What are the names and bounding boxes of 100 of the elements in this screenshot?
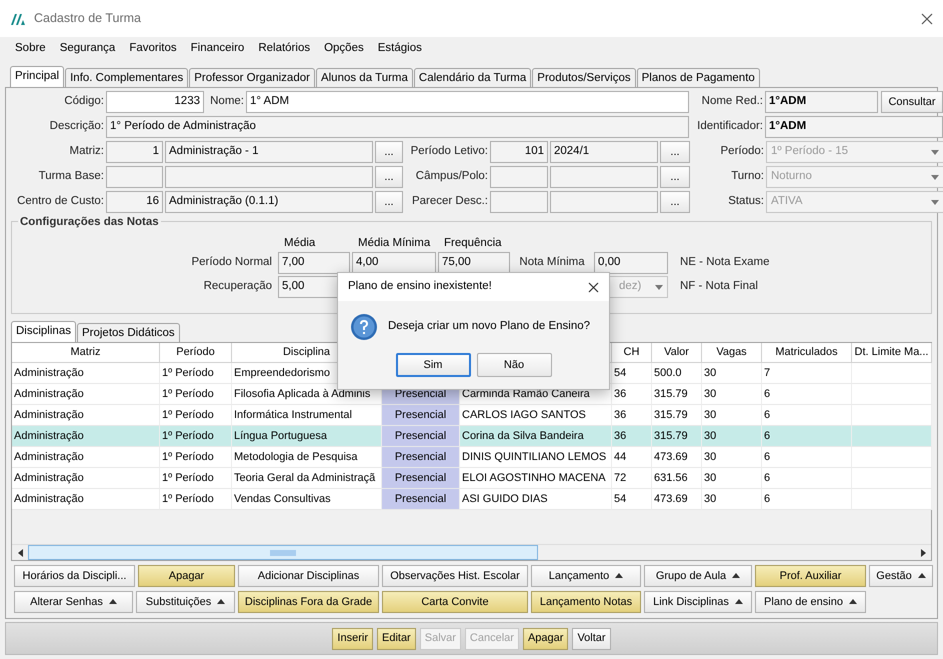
- text-field[interactable]: 16: [106, 191, 163, 213]
- field-label: Identificador:: [696, 119, 763, 134]
- browse-button[interactable]: ...: [375, 166, 403, 188]
- text-field[interactable]: 1° ADM: [246, 91, 689, 113]
- action-button[interactable]: Gestão: [869, 565, 933, 587]
- tab[interactable]: Planos de Pagamento: [636, 68, 760, 87]
- column-label: Frequência: [443, 236, 503, 251]
- action-button[interactable]: Carta Convite: [382, 591, 528, 613]
- grip-icon: [270, 550, 296, 556]
- caret-icon: [918, 573, 926, 578]
- caret-icon: [615, 573, 624, 578]
- text-field[interactable]: 2024/1: [550, 141, 658, 163]
- tab[interactable]: Projetos Didáticos: [76, 323, 180, 342]
- caret-icon: [217, 599, 226, 604]
- left-arrow-icon: [18, 548, 22, 556]
- caret-icon: [931, 150, 939, 154]
- text-field[interactable]: [550, 166, 658, 188]
- table-cell: Presencial: [382, 489, 460, 510]
- field-label: Recuperação: [202, 279, 273, 294]
- tab[interactable]: Calendário da Turma: [414, 68, 532, 87]
- tab[interactable]: Info. Complementares: [65, 68, 188, 87]
- action-button[interactable]: Plano de ensino: [755, 591, 866, 613]
- field-label: Código:: [63, 94, 104, 110]
- close-icon[interactable]: [921, 12, 933, 24]
- text-field[interactable]: 1°ADM: [765, 116, 943, 138]
- right-arrow-icon: [920, 548, 926, 556]
- text-field[interactable]: 1° Período de Administração: [106, 116, 689, 138]
- field-label: Período Normal: [190, 255, 273, 270]
- browse-button[interactable]: ...: [375, 141, 403, 163]
- browse-button[interactable]: ...: [660, 141, 690, 163]
- tab[interactable]: Principal: [10, 66, 64, 87]
- footer-button[interactable]: Editar: [376, 628, 416, 650]
- menu-item[interactable]: Financeiro: [184, 40, 252, 58]
- table-cell: Presencial: [382, 468, 460, 489]
- dialog-button[interactable]: Sim: [396, 353, 470, 377]
- action-button[interactable]: Disciplinas Fora da Grade: [238, 591, 379, 613]
- action-button[interactable]: Lançamento Notas: [531, 591, 641, 613]
- dialog-title: Plano de ensino inexistente!: [348, 279, 492, 294]
- action-button[interactable]: Horários da Discipli...: [14, 565, 135, 587]
- field-label: Descrição:: [48, 119, 104, 134]
- consultar-button[interactable]: Consultar: [881, 91, 943, 113]
- table-cell: 54: [612, 489, 652, 510]
- menu-item[interactable]: Estágios: [370, 40, 429, 58]
- action-button[interactable]: Lançamento: [531, 565, 641, 587]
- tab[interactable]: Alunos da Turma: [316, 68, 413, 87]
- action-button[interactable]: Prof. Auxiliar: [755, 565, 866, 587]
- caret-icon: [848, 599, 857, 604]
- text-field[interactable]: 1: [106, 141, 163, 163]
- text-field[interactable]: 101: [490, 141, 548, 163]
- text-field[interactable]: [550, 191, 658, 213]
- action-button[interactable]: Adicionar Disciplinas: [238, 565, 379, 587]
- menu-item[interactable]: Relatórios: [251, 40, 318, 58]
- action-button[interactable]: Observações Hist. Escolar: [382, 565, 528, 587]
- scrollbar-thumb[interactable]: [28, 545, 538, 560]
- text-field[interactable]: 7,00: [278, 252, 350, 274]
- field-label: Matriz:: [68, 144, 104, 160]
- table-cell: Presencial: [382, 405, 460, 426]
- table-cell: Presencial: [382, 447, 460, 468]
- text-field[interactable]: [165, 166, 373, 188]
- footer-button[interactable]: Apagar: [522, 628, 568, 650]
- field-label: Turno:: [730, 169, 764, 184]
- tab[interactable]: Produtos/Serviços: [532, 68, 636, 87]
- menu-item[interactable]: Segurança: [52, 40, 122, 58]
- action-button[interactable]: Link Disciplinas: [644, 591, 752, 613]
- text-field[interactable]: 75,00: [438, 252, 510, 274]
- browse-button[interactable]: ...: [375, 191, 403, 213]
- close-icon[interactable]: [588, 282, 599, 292]
- question-icon: [350, 313, 378, 341]
- field-label: Parecer Desc.:: [410, 194, 488, 210]
- footer-button[interactable]: Voltar: [572, 628, 611, 650]
- text-field[interactable]: Administração - 1: [165, 141, 373, 163]
- action-button[interactable]: Apagar: [138, 565, 235, 587]
- field-label: Câmpus/Polo:: [414, 169, 488, 184]
- dialog-message: Deseja criar um novo Plano de Ensino?: [388, 319, 590, 334]
- text-field[interactable]: [490, 191, 548, 213]
- tab[interactable]: Disciplinas: [11, 321, 76, 342]
- table-cell: 473.69: [652, 489, 702, 510]
- text-field[interactable]: [490, 166, 548, 188]
- browse-button[interactable]: ...: [660, 166, 690, 188]
- browse-button[interactable]: ...: [660, 191, 690, 213]
- logo-icon: [10, 12, 26, 26]
- action-button[interactable]: Substituições: [136, 591, 235, 613]
- menu-item[interactable]: Opções: [317, 40, 371, 58]
- field-label: Nome Red.:: [700, 94, 763, 110]
- action-button[interactable]: Alterar Senhas: [14, 591, 133, 613]
- menu-item[interactable]: Sobre: [8, 40, 53, 58]
- text-field[interactable]: 4,00: [352, 252, 436, 274]
- text-field[interactable]: 0,00: [594, 252, 668, 274]
- field-label: Nota Mínima: [518, 255, 586, 270]
- action-button[interactable]: Grupo de Aula: [644, 565, 752, 587]
- dialog-button[interactable]: Não: [476, 353, 552, 377]
- text-field[interactable]: 1°ADM: [765, 91, 878, 113]
- text-field[interactable]: Administração (0.1.1): [165, 191, 373, 213]
- window-title: Cadastro de Turma: [34, 10, 141, 28]
- menu-item[interactable]: Favoritos: [122, 40, 184, 58]
- table-cell: ASI GUIDO DIAS: [460, 489, 612, 510]
- text-field[interactable]: [106, 166, 163, 188]
- tab[interactable]: Professor Organizador: [189, 68, 315, 87]
- text-field[interactable]: 1233: [106, 91, 204, 113]
- footer-button[interactable]: Inserir: [332, 628, 373, 650]
